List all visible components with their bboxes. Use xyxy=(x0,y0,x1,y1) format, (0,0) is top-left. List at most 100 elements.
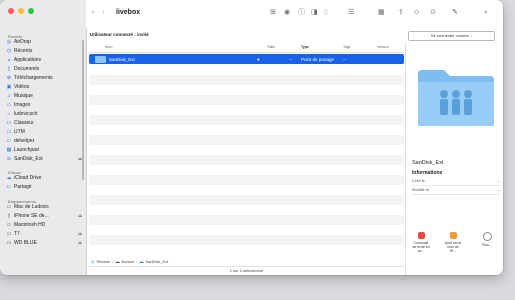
preview-pane-icon[interactable]: ◨ xyxy=(311,9,318,16)
eject-icon[interactable]: ⏏ xyxy=(78,240,82,246)
shared-folder-icon: ▭ xyxy=(6,184,12,190)
empty-row xyxy=(89,115,404,125)
column-size[interactable]: Taille xyxy=(267,45,275,49)
empty-row xyxy=(89,155,404,165)
preview-name: SanDisk_Ext xyxy=(412,160,444,166)
disk-icon: ▭ xyxy=(6,222,12,228)
row-tags: -- xyxy=(343,57,346,62)
forward-chevron-icon[interactable]: › xyxy=(102,9,104,16)
sidebar-item-t7[interactable]: ▭ T7 ⏏ xyxy=(6,230,83,238)
list-header: Nom Taille Type Tags Version xyxy=(89,42,404,53)
sidebar-item-home[interactable]: ⌂ ludovicsch xyxy=(6,110,37,118)
file-list: Nom Taille Type Tags Version SanDisk_Ext… xyxy=(89,42,404,257)
folder-icon: ▭ xyxy=(6,138,12,144)
list-view-icon[interactable]: ☰ xyxy=(348,9,354,16)
sidebar-item-delvelper[interactable]: ▭ delvelper xyxy=(6,137,35,145)
shared-folder-icon xyxy=(418,70,494,126)
extension-icon[interactable]: ✎ xyxy=(452,9,458,16)
eject-icon[interactable]: ⏏ xyxy=(78,213,82,219)
sidebar-item-launchpad[interactable]: ▦ Launchpad xyxy=(6,146,39,154)
row-type: Point de partage xyxy=(301,57,335,62)
preview-info-title: Informations xyxy=(412,170,443,176)
sidebar-item-recents[interactable]: ◷ Récents xyxy=(6,47,33,55)
connection-banner: Utilisateur connecté : invité xyxy=(90,32,149,37)
sidebar-scrollbar[interactable] xyxy=(82,40,84,180)
name-icon xyxy=(449,232,457,239)
sidebar-item-sandisk[interactable]: ⊖ SanDisk_Ext ⏏ xyxy=(6,155,82,163)
quick-action-name[interactable]: Quel est le nom de l'ê... xyxy=(444,232,462,253)
eject-icon[interactable]: ⏏ xyxy=(78,231,82,237)
disk-icon: ▭ xyxy=(6,231,12,237)
sidebar-item-videos[interactable]: ▣ Vidéos xyxy=(6,83,30,91)
iphone-icon: ▯ xyxy=(7,213,11,219)
back-chevron-icon[interactable]: ‹ xyxy=(92,9,94,16)
minimize-window-button[interactable] xyxy=(18,8,24,14)
quick-action-more[interactable]: Plus... xyxy=(478,232,496,247)
column-name[interactable]: Nom xyxy=(105,45,112,49)
airdrop-icon: ◎ xyxy=(6,39,12,45)
folder-icon: ▬ xyxy=(139,258,144,264)
empty-row xyxy=(89,195,404,205)
server-icon: ▬ xyxy=(115,258,120,264)
column-version[interactable]: Version xyxy=(377,45,389,49)
sidebar-item-macintosh-hd[interactable]: ▭ Macintosh HD xyxy=(6,221,46,229)
sidebar-item-classeur[interactable]: ▭ Classeur xyxy=(6,119,34,127)
action-menu-icon[interactable]: ⊙ xyxy=(430,9,436,16)
document-icon: ▯ xyxy=(7,66,11,72)
share-icon[interactable]: ⇪ xyxy=(398,9,404,16)
preview-created: Créé le -- xyxy=(412,178,500,186)
path-network[interactable]: Réseau xyxy=(97,259,111,264)
window-controls xyxy=(8,8,34,14)
quick-action-connect[interactable]: Connecté du texte en un... xyxy=(412,232,430,253)
column-tags[interactable]: Tags xyxy=(343,45,350,49)
more-icon xyxy=(482,232,492,241)
clock-icon: ◷ xyxy=(6,48,12,54)
empty-row xyxy=(89,175,404,185)
finder-window: Favoris ◎ AirDrop ◷ Récents ⩓ Applications … xyxy=(0,0,503,275)
connect-as-button[interactable]: Se connecter comme... xyxy=(408,31,495,41)
preview-modified: Modifié le -- xyxy=(412,187,500,195)
sidebar-item-shared[interactable]: ▭ Partagé xyxy=(6,183,32,191)
window-title: livebox xyxy=(116,9,141,16)
status-bar: 1 sur 1 sélectionné xyxy=(89,266,404,275)
new-folder-icon[interactable]: ⊞ xyxy=(270,9,276,16)
person-icon: ● xyxy=(257,57,260,62)
path-host[interactable]: livebox xyxy=(122,259,134,264)
empty-row xyxy=(89,75,404,85)
sidebar-item-airdrop[interactable]: ◎ AirDrop xyxy=(6,38,31,46)
sidebar-item-utm[interactable]: ▭ UTM xyxy=(6,128,25,136)
table-row[interactable]: SanDisk_Ext ● -- Point de partage -- xyxy=(89,54,404,64)
network-drive-icon: ⊖ xyxy=(6,156,12,162)
empty-row xyxy=(89,215,404,225)
trash-icon[interactable]: ▯ xyxy=(324,9,328,16)
column-type[interactable]: Type xyxy=(301,45,309,49)
eject-icon[interactable]: ⏏ xyxy=(78,156,82,162)
row-name: SanDisk_Ext xyxy=(109,57,135,62)
sidebar-item-wd-blue[interactable]: ▭ WD BLUE ⏏ xyxy=(6,239,83,247)
info-icon[interactable]: ⓘ xyxy=(298,9,305,16)
path-share[interactable]: SanDisk_Ext xyxy=(145,259,168,264)
sidebar-item-documents[interactable]: ▯ Documents xyxy=(6,65,40,73)
sidebar-item-icloud-drive[interactable]: ☁ iCloud Drive xyxy=(6,174,42,182)
empty-row xyxy=(89,95,404,105)
sidebar-item-music[interactable]: ♫ Musique xyxy=(6,92,33,100)
search-icon[interactable]: ⌕ xyxy=(484,9,488,16)
music-icon: ♫ xyxy=(7,93,11,99)
eye-icon[interactable]: ◉ xyxy=(284,9,290,16)
grid-view-icon[interactable]: ▦ xyxy=(378,9,385,16)
sidebar-item-downloads[interactable]: ⊕ Téléchargements xyxy=(6,74,53,82)
sidebar-item-mac[interactable]: ▭ Mac de Ludovic xyxy=(6,203,49,211)
zoom-window-button[interactable] xyxy=(28,8,34,14)
sidebar-item-images[interactable]: ▭ Images xyxy=(6,101,31,109)
sidebar-item-applications[interactable]: ⩓ Applications xyxy=(6,56,41,64)
sidebar-item-iphone[interactable]: ▯ iPhone SE de... ⏏ xyxy=(6,212,83,220)
cloud-icon: ☁ xyxy=(6,175,12,181)
row-size: -- xyxy=(289,57,292,62)
path-bar: ◎ Réseau › ▬ livebox › ▬ SanDisk_Ext xyxy=(89,257,406,265)
close-window-button[interactable] xyxy=(8,8,14,14)
folder-icon: ▭ xyxy=(6,120,12,126)
launchpad-icon: ▦ xyxy=(6,147,12,153)
network-icon: ◎ xyxy=(91,258,95,264)
path-separator-icon: › xyxy=(136,258,138,264)
tag-icon[interactable]: ◇ xyxy=(414,9,419,16)
